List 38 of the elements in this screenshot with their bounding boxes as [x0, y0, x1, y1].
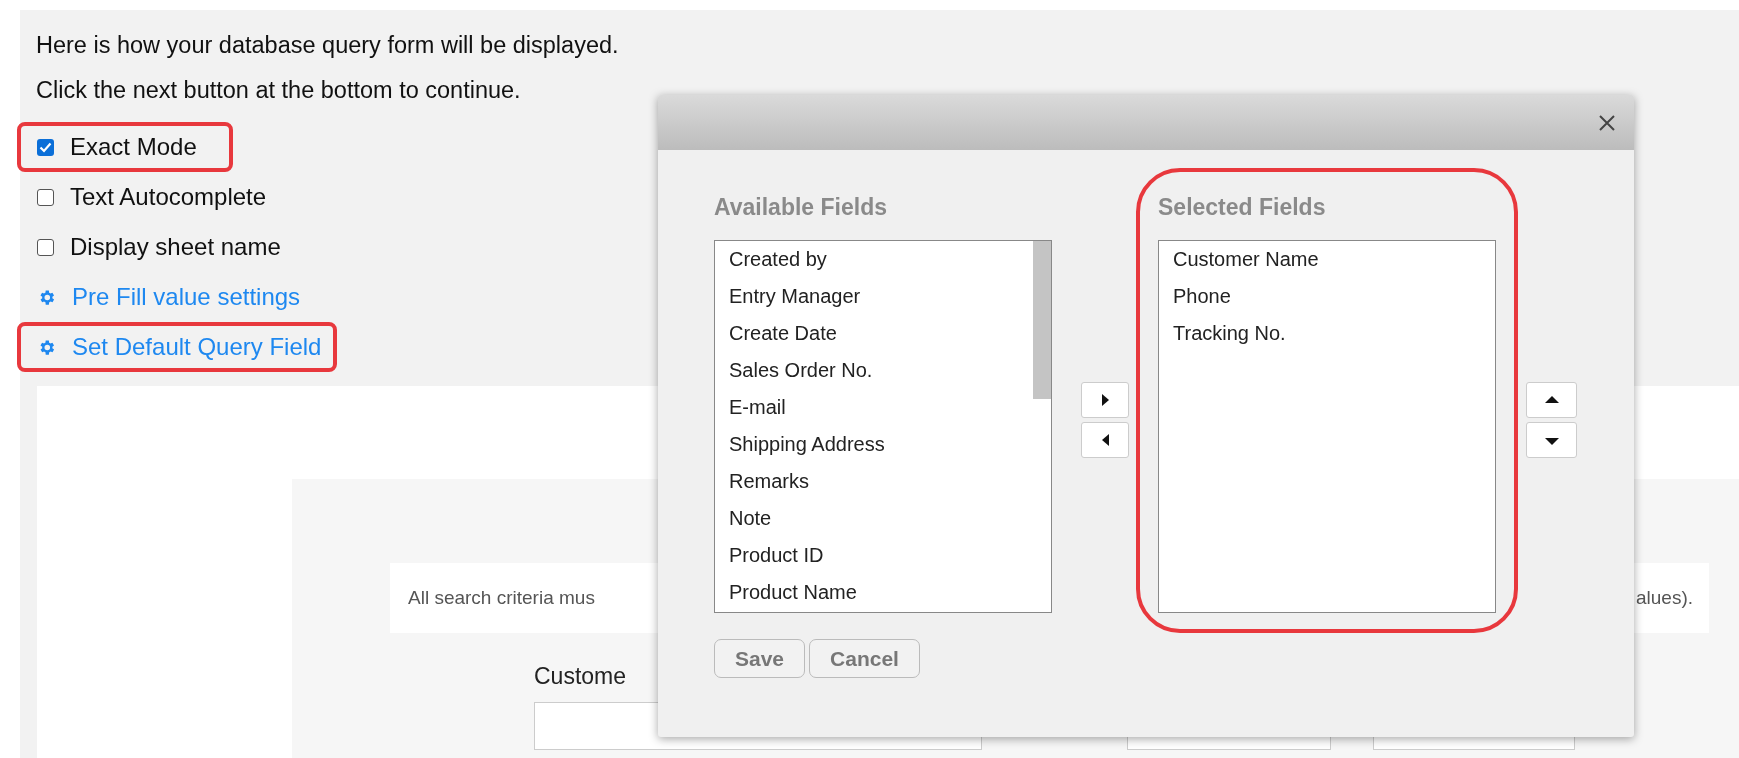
move-down-button[interactable] [1526, 422, 1577, 458]
list-item[interactable]: Customer Name [1159, 241, 1495, 278]
available-fields-list[interactable]: Created by Entry Manager Create Date Sales Order No. E-mail Shipping Address Remarks Note Product ID Product Name [714, 240, 1052, 613]
list-item[interactable]: Tracking No. [1159, 315, 1495, 352]
right-triangle-icon [1099, 394, 1111, 406]
field-label: Custome [534, 663, 627, 690]
checkbox[interactable] [37, 238, 54, 256]
list-item[interactable]: Remarks [715, 463, 1033, 500]
instruction-text: Click the next button at the bottom to continue. [36, 77, 522, 104]
list-item[interactable]: Sales Order No. [715, 352, 1033, 389]
option-label: Exact Mode [70, 133, 197, 161]
list-item[interactable]: Product Name [715, 574, 1033, 611]
scrollbar-thumb[interactable] [1033, 241, 1051, 399]
list-item[interactable]: Phone [1159, 278, 1495, 315]
checkbox[interactable] [37, 188, 54, 206]
list-item[interactable]: E-mail [715, 389, 1033, 426]
cancel-button[interactable]: Cancel [809, 639, 920, 678]
move-up-button[interactable] [1526, 382, 1577, 418]
option-label: Display sheet name [70, 233, 281, 261]
option-label: Text Autocomplete [70, 183, 267, 211]
remove-button[interactable] [1081, 422, 1129, 458]
save-button[interactable]: Save [714, 639, 806, 678]
list-item[interactable]: Created by [715, 241, 1033, 278]
list-item[interactable]: Note [715, 500, 1033, 537]
instruction-text: Here is how your database query form will be displayed. [36, 32, 620, 59]
close-icon[interactable] [1598, 113, 1616, 132]
notice-text: alues). [1635, 587, 1693, 609]
selected-fields-list[interactable]: Customer Name Phone Tracking No. [1158, 240, 1496, 613]
list-item[interactable]: Entry Manager [715, 278, 1033, 315]
list-item[interactable]: Product ID [715, 537, 1033, 574]
list-item[interactable]: Shipping Address [715, 426, 1033, 463]
add-button[interactable] [1081, 382, 1129, 418]
checkbox[interactable] [37, 138, 54, 156]
list-heading: Available Fields [714, 193, 888, 222]
up-triangle-icon [1544, 394, 1559, 406]
notice-text: All search criteria mus [408, 587, 595, 609]
list-heading: Selected Fields [1158, 193, 1327, 222]
list-item[interactable]: Create Date [715, 315, 1033, 352]
